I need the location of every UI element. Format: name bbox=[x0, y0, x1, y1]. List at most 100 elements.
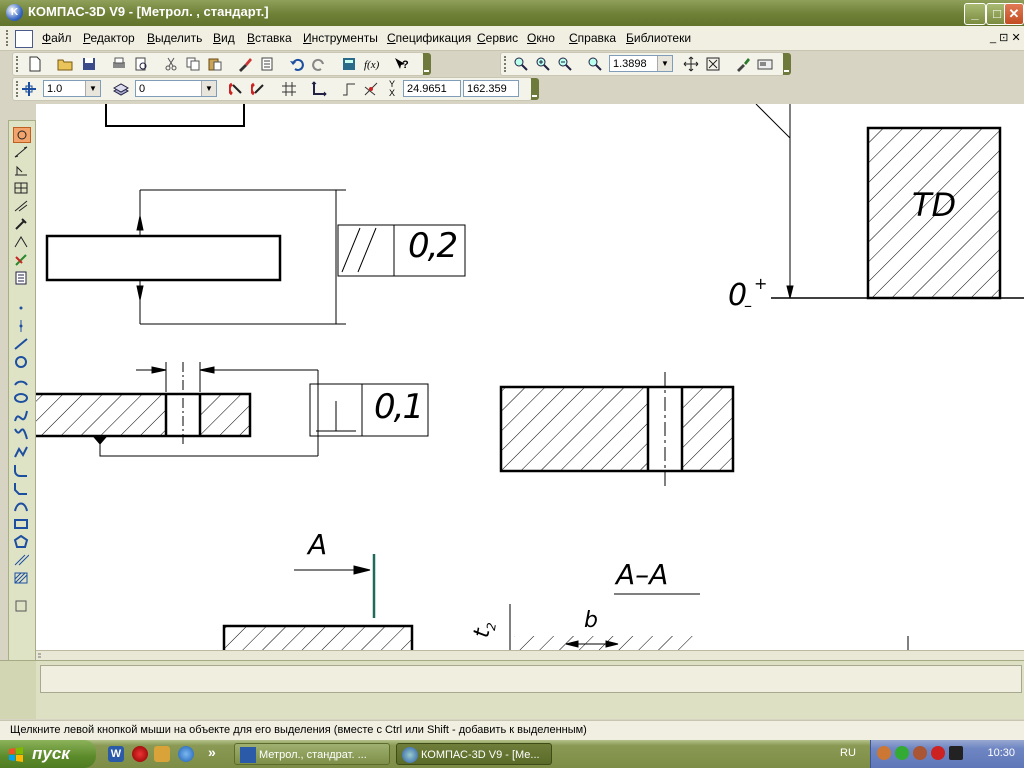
zoom-scale-combo[interactable]: 1.3898 ▼ bbox=[609, 55, 673, 72]
properties-brush-icon[interactable] bbox=[237, 56, 253, 72]
calculator-icon[interactable] bbox=[341, 56, 357, 72]
zoom-scale-icon[interactable] bbox=[587, 56, 603, 72]
document-properties-icon[interactable] bbox=[259, 56, 275, 72]
menu-tools[interactable]: Инструменты bbox=[303, 31, 378, 45]
designations-icon[interactable] bbox=[13, 163, 29, 177]
toolbar-grip[interactable] bbox=[16, 56, 21, 72]
ellipse-icon[interactable] bbox=[13, 391, 29, 405]
cursor-step-combo[interactable]: 1.0 ▼ bbox=[43, 80, 101, 97]
tray-kaspersky-icon[interactable] bbox=[949, 746, 963, 760]
editing-icon[interactable] bbox=[13, 181, 29, 195]
print-preview-icon[interactable] bbox=[133, 56, 149, 72]
tools-quicklaunch-icon[interactable] bbox=[154, 746, 170, 762]
print-icon[interactable] bbox=[111, 56, 127, 72]
drawing-canvas[interactable]: 0,2 0,1 TD 0 + – A A–A b t2 bbox=[36, 104, 1024, 650]
zoom-in-icon[interactable] bbox=[535, 56, 551, 72]
rectangle-icon[interactable] bbox=[13, 517, 29, 531]
clock[interactable]: 10:30 bbox=[987, 747, 1015, 759]
fillet-icon[interactable] bbox=[13, 463, 29, 477]
circle-icon[interactable] bbox=[13, 355, 29, 369]
menu-service[interactable]: Сервис bbox=[477, 31, 518, 45]
menu-edit[interactable]: Редактор bbox=[83, 31, 135, 45]
spline-icon[interactable] bbox=[13, 409, 29, 423]
menu-grip[interactable] bbox=[6, 30, 11, 46]
equidistant-icon[interactable] bbox=[13, 553, 29, 567]
taskbar-button-word[interactable]: Метрол., стандрат. ... bbox=[234, 743, 390, 765]
close-button[interactable]: ✕ bbox=[1004, 3, 1024, 25]
dimension-b-label[interactable]: b bbox=[584, 608, 598, 633]
parametrization-icon[interactable] bbox=[13, 199, 29, 213]
cut-icon[interactable] bbox=[163, 56, 179, 72]
cursor-step-icon[interactable] bbox=[21, 81, 37, 97]
toolbar-grip[interactable] bbox=[504, 56, 509, 72]
toolbar-options-button[interactable] bbox=[423, 53, 431, 75]
menu-help[interactable]: Справка bbox=[569, 31, 616, 45]
properties-panel-area[interactable] bbox=[40, 665, 1022, 693]
spec-icon[interactable] bbox=[13, 253, 29, 267]
layer-icon[interactable] bbox=[113, 81, 129, 97]
arc-icon[interactable] bbox=[13, 373, 29, 387]
contour-icon[interactable] bbox=[13, 499, 29, 513]
polygon-icon[interactable] bbox=[13, 535, 29, 549]
section-title[interactable]: A–A bbox=[616, 558, 668, 591]
paste-icon[interactable] bbox=[207, 56, 223, 72]
nurbs-icon[interactable] bbox=[13, 427, 29, 441]
pan-icon[interactable] bbox=[683, 56, 699, 72]
chevron-down-icon[interactable]: ▼ bbox=[201, 81, 216, 96]
copy-icon[interactable] bbox=[185, 56, 201, 72]
aux-line-icon[interactable] bbox=[13, 319, 29, 333]
tray-security-icon[interactable] bbox=[931, 746, 945, 760]
new-document-icon[interactable] bbox=[27, 56, 43, 72]
geometry-tools-icon[interactable] bbox=[13, 127, 31, 143]
measure-icon[interactable] bbox=[13, 217, 29, 231]
point-icon[interactable] bbox=[13, 301, 29, 315]
polyline-icon[interactable] bbox=[13, 445, 29, 459]
show-all-icon[interactable] bbox=[705, 56, 721, 72]
reports-icon[interactable] bbox=[13, 271, 29, 285]
drawing-sheet[interactable] bbox=[36, 104, 1024, 650]
perpendicularity-tolerance-value[interactable]: 0,1 bbox=[374, 387, 424, 427]
chevron-down-icon[interactable]: ▼ bbox=[657, 56, 672, 71]
browser-quicklaunch-icon[interactable] bbox=[178, 746, 194, 762]
language-indicator[interactable]: RU bbox=[840, 747, 856, 759]
menu-window[interactable]: Окно bbox=[527, 31, 555, 45]
start-button[interactable]: пуск bbox=[0, 740, 96, 768]
tray-antivirus-icon[interactable] bbox=[913, 746, 927, 760]
fx-variables-icon[interactable]: f(x) bbox=[363, 56, 383, 72]
menu-specification[interactable]: Спецификация bbox=[387, 31, 471, 45]
menu-view[interactable]: Вид bbox=[213, 31, 235, 45]
word-quicklaunch-icon[interactable]: W bbox=[108, 746, 124, 762]
taskbar-button-kompas[interactable]: КОМПАС-3D V9 - [Ме... bbox=[396, 743, 552, 765]
minimize-button[interactable]: _ bbox=[964, 3, 986, 25]
zoom-window-icon[interactable] bbox=[513, 56, 529, 72]
grip-icon[interactable] bbox=[36, 653, 56, 659]
segment-icon[interactable] bbox=[13, 337, 29, 351]
quicklaunch-chevron[interactable]: » bbox=[208, 744, 216, 760]
current-layer-combo[interactable]: 0 ▼ bbox=[135, 80, 217, 97]
menu-file[interactable]: Файл bbox=[42, 31, 72, 45]
select-icon[interactable] bbox=[13, 235, 29, 249]
menu-libraries[interactable]: Библиотеки bbox=[626, 31, 691, 45]
chevron-down-icon[interactable]: ▼ bbox=[85, 81, 100, 96]
cursor-x-field[interactable]: 24.9651 bbox=[403, 80, 461, 97]
local-snap-icon[interactable] bbox=[229, 81, 245, 97]
menu-select[interactable]: Выделить bbox=[147, 31, 202, 45]
chamfer-icon[interactable] bbox=[13, 481, 29, 495]
kompas-app-icon[interactable]: K bbox=[6, 4, 23, 21]
refresh-image-icon[interactable] bbox=[735, 56, 751, 72]
undo-icon[interactable] bbox=[289, 56, 305, 72]
coordinate-system-icon[interactable] bbox=[311, 81, 327, 97]
zoom-out-icon[interactable] bbox=[557, 56, 573, 72]
document-icon[interactable] bbox=[15, 30, 33, 48]
td-label[interactable]: TD bbox=[912, 186, 956, 224]
toolbar-options-button[interactable] bbox=[783, 53, 791, 75]
hatch-icon[interactable] bbox=[13, 571, 29, 585]
parallelism-tolerance-value[interactable]: 0,2 bbox=[408, 226, 458, 266]
mdi-controls[interactable]: _ ⊡ ✕ bbox=[990, 31, 1021, 44]
context-help-icon[interactable]: ? bbox=[393, 56, 409, 72]
menu-insert[interactable]: Вставка bbox=[247, 31, 292, 45]
dimensions-icon[interactable] bbox=[13, 145, 29, 159]
collection-icon[interactable] bbox=[13, 599, 29, 613]
tray-network-icon[interactable] bbox=[895, 746, 909, 760]
redo-icon[interactable] bbox=[311, 56, 327, 72]
